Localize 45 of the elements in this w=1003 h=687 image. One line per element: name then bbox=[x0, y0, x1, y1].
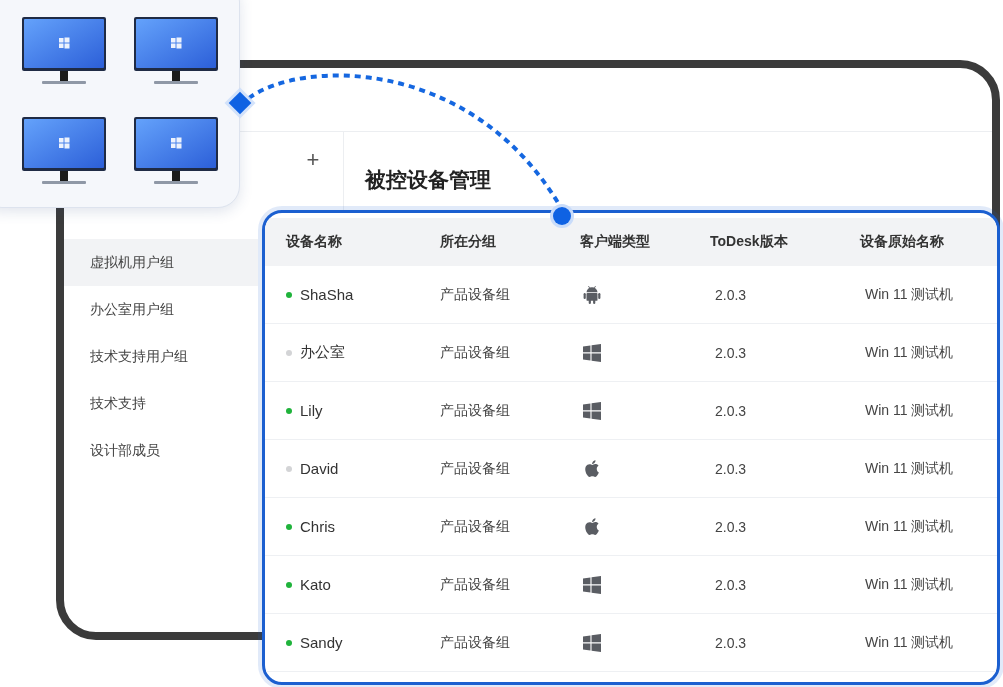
group-name: 产品设备组 bbox=[440, 343, 510, 362]
column-header: 客户端类型 bbox=[580, 233, 651, 251]
device-name: ShaSha bbox=[300, 286, 354, 303]
version-text: 2.0.3 bbox=[715, 576, 747, 593]
sidebar-item[interactable]: 技术支持 bbox=[64, 380, 258, 427]
device-name: Sandy bbox=[300, 634, 343, 651]
group-name: 产品设备组 bbox=[440, 285, 510, 304]
sidebar-item[interactable]: 设计部成员 bbox=[64, 427, 258, 474]
group-name: 产品设备组 bbox=[440, 575, 510, 594]
group-name: 产品设备组 bbox=[440, 633, 510, 652]
version-text: 2.0.3 bbox=[715, 402, 747, 419]
circle-dot-icon bbox=[550, 204, 574, 228]
column-header: 设备名称 bbox=[284, 233, 343, 251]
original-name: Win 11 测试机 bbox=[865, 633, 954, 652]
monitor-icon bbox=[22, 117, 106, 185]
version-text: 2.0.3 bbox=[715, 344, 747, 361]
group-name: 产品设备组 bbox=[440, 459, 510, 478]
version-text: 2.0.3 bbox=[715, 286, 747, 303]
group-name: 产品设备组 bbox=[440, 401, 510, 420]
device-name: Lily bbox=[300, 402, 323, 419]
device-name: David bbox=[300, 460, 339, 477]
sidebar-item[interactable]: 技术支持用户组 bbox=[64, 333, 258, 380]
original-name: Win 11 测试机 bbox=[865, 517, 954, 536]
sidebar-item[interactable]: 办公室用户组 bbox=[64, 286, 258, 333]
group-name: 产品设备组 bbox=[440, 517, 510, 536]
original-name: Win 11 测试机 bbox=[865, 575, 954, 594]
version-text: 2.0.3 bbox=[715, 518, 747, 535]
original-name: Win 11 测试机 bbox=[865, 343, 954, 362]
original-name: Win 11 测试机 bbox=[865, 285, 954, 304]
column-header: 所在分组 bbox=[440, 233, 497, 251]
device-name: Kato bbox=[300, 576, 331, 593]
version-text: 2.0.3 bbox=[715, 634, 747, 651]
add-button[interactable]: + bbox=[303, 150, 323, 170]
original-name: Win 11 测试机 bbox=[865, 401, 954, 420]
column-header: ToDesk版本 bbox=[710, 233, 789, 251]
monitor-icon bbox=[22, 17, 106, 85]
device-name: Chris bbox=[300, 518, 335, 535]
version-text: 2.0.3 bbox=[715, 460, 747, 477]
monitor-icon bbox=[134, 117, 218, 185]
monitor-icon bbox=[134, 17, 218, 85]
sidebar-item[interactable]: 虚拟机用户组 bbox=[64, 239, 258, 286]
device-name: 办公室 bbox=[300, 343, 345, 362]
column-header: 设备原始名称 bbox=[860, 233, 945, 251]
original-name: Win 11 测试机 bbox=[865, 459, 954, 478]
page-title: 被控设备管理 bbox=[365, 167, 491, 193]
